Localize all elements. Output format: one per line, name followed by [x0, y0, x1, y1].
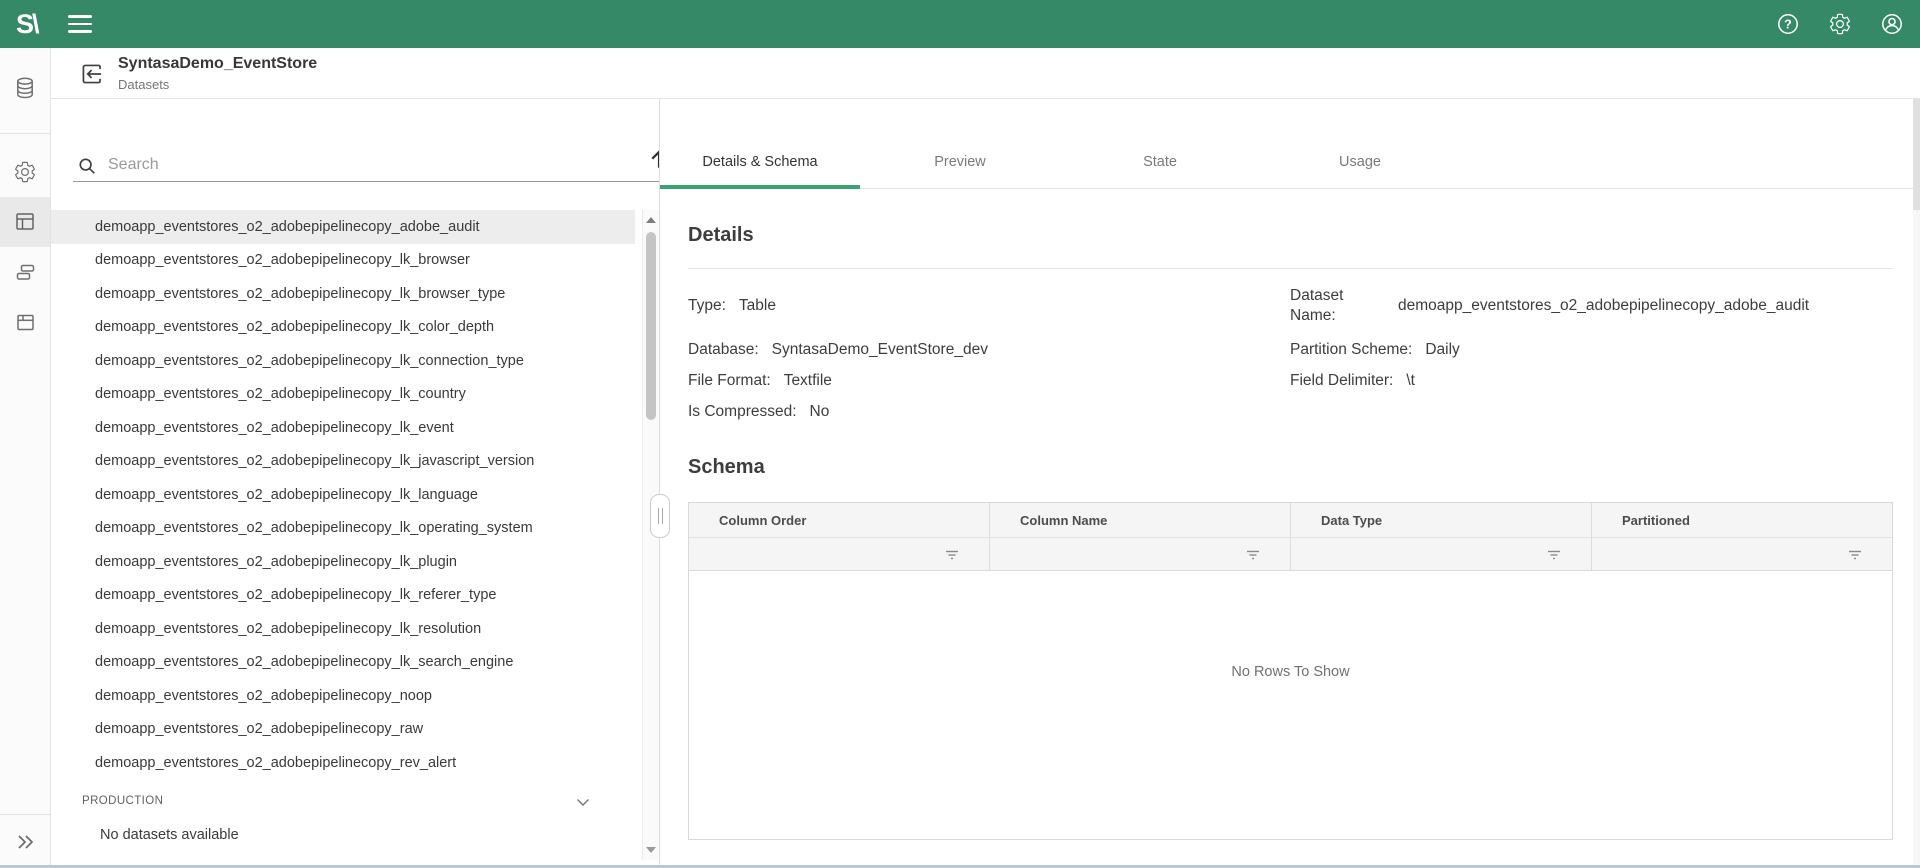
detail-field-type: Type: Table — [688, 284, 1290, 328]
details-heading: Details — [688, 224, 754, 247]
production-section-label: PRODUCTION — [82, 795, 163, 807]
nav-datasets[interactable] — [0, 197, 50, 247]
back-icon — [77, 59, 107, 89]
empty-rows-message: No Rows To Show — [1231, 664, 1349, 680]
dataset-list-item[interactable]: demoapp_eventstores_o2_adobepipelinecopy… — [50, 746, 635, 780]
account-button[interactable] — [1880, 12, 1904, 36]
nav-pipelines[interactable] — [0, 247, 50, 297]
schema-table: Column Order Column Name Data Type Parti… — [688, 502, 1893, 840]
dataset-list-panel: demoapp_eventstores_o2_adobepipelinecopy… — [50, 98, 659, 868]
dataset-list-item[interactable]: demoapp_eventstores_o2_adobepipelinecopy… — [50, 411, 635, 445]
dataset-list-item[interactable]: demoapp_eventstores_o2_adobepipelinecopy… — [50, 612, 635, 646]
breadcrumb-subtitle: Datasets — [118, 76, 317, 93]
topbar-actions: ? — [1776, 0, 1904, 48]
schema-table-header: Column Order Column Name Data Type Parti… — [689, 503, 1892, 537]
dataset-list: demoapp_eventstores_o2_adobepipelinecopy… — [50, 210, 635, 780]
help-icon: ? — [1776, 12, 1800, 36]
page-scrollbar-thumb[interactable] — [1913, 98, 1920, 210]
tab-state[interactable]: State — [1060, 98, 1260, 188]
dataset-list-item[interactable]: demoapp_eventstores_o2_adobepipelinecopy… — [50, 445, 635, 479]
nav-datastores[interactable] — [0, 64, 50, 112]
tab-usage[interactable]: Usage — [1260, 98, 1460, 188]
settings-button[interactable] — [1828, 12, 1852, 36]
scrollbar-up-button[interactable] — [646, 217, 656, 223]
chevron-down-icon — [572, 791, 594, 813]
production-empty-message: No datasets available — [100, 824, 239, 846]
filter-icon — [943, 545, 961, 563]
detail-field-partition-scheme: Partition Scheme: Daily — [1290, 334, 1893, 365]
details-grid: Type: Table Database: SyntasaDemo_EventS… — [688, 284, 1893, 427]
menu-icon — [68, 15, 92, 18]
dataset-list-item[interactable]: demoapp_eventstores_o2_adobepipelinecopy… — [50, 679, 635, 713]
help-button[interactable]: ? — [1776, 12, 1800, 36]
tab-preview[interactable]: Preview — [860, 98, 1060, 188]
gear-icon — [13, 160, 37, 184]
filter-button[interactable] — [1244, 545, 1262, 563]
search-icon — [76, 155, 98, 177]
layers-icon — [13, 260, 38, 285]
dataset-list-item[interactable]: demoapp_eventstores_o2_adobepipelinecopy… — [50, 579, 635, 613]
dataset-list-item[interactable]: demoapp_eventstores_o2_adobepipelinecopy… — [50, 344, 635, 378]
gear-icon — [1828, 12, 1852, 36]
search-input[interactable] — [106, 155, 694, 175]
filter-button[interactable] — [943, 545, 961, 563]
app-window: S\ ? — [0, 0, 1920, 868]
menu-button[interactable] — [68, 15, 92, 33]
column-header-column-name[interactable]: Column Name — [990, 503, 1291, 537]
detail-field-file-format: File Format: Textfile — [688, 365, 1290, 396]
database-icon — [12, 75, 38, 101]
filter-button[interactable] — [1846, 545, 1864, 563]
window-icon — [13, 310, 38, 335]
page-scrollbar[interactable] — [1913, 98, 1920, 865]
tab-details-schema[interactable]: Details & Schema — [660, 98, 860, 188]
dataset-list-item[interactable]: demoapp_eventstores_o2_adobepipelinecopy… — [50, 210, 635, 244]
detail-field-database: Database: SyntasaDemo_EventStore_dev — [688, 334, 1290, 365]
dataset-list-item[interactable]: demoapp_eventstores_o2_adobepipelinecopy… — [50, 244, 635, 278]
detail-field-dataset-name: Dataset Name: demoapp_eventstores_o2_ado… — [1290, 284, 1893, 328]
page-header: SyntasaDemo_EventStore Datasets — [50, 48, 1920, 99]
svg-text:?: ? — [1784, 17, 1792, 31]
schema-table-body: No Rows To Show — [689, 571, 1892, 839]
panel-resize-handle[interactable] — [650, 494, 670, 538]
dataset-list-item[interactable]: demoapp_eventstores_o2_adobepipelinecopy… — [50, 545, 635, 579]
dataset-list-item[interactable]: demoapp_eventstores_o2_adobepipelinecopy… — [50, 277, 635, 311]
search-bar — [73, 136, 694, 182]
expand-rail-button[interactable] — [0, 814, 50, 868]
filter-icon — [1846, 545, 1864, 563]
dataset-list-item[interactable]: demoapp_eventstores_o2_adobepipelinecopy… — [50, 512, 635, 546]
nav-views[interactable] — [0, 297, 50, 347]
tab-bar: Details & Schema Preview State Usage — [660, 98, 1920, 189]
dataset-list-item[interactable]: demoapp_eventstores_o2_adobepipelinecopy… — [50, 478, 635, 512]
dataset-list-item[interactable]: demoapp_eventstores_o2_adobepipelinecopy… — [50, 311, 635, 345]
table-icon — [12, 209, 38, 235]
detail-field-field-delimiter: Field Delimiter: \t — [1290, 365, 1893, 396]
production-section-header[interactable]: PRODUCTION — [82, 790, 642, 812]
double-chevron-right-icon — [11, 828, 39, 856]
filter-icon — [1244, 545, 1262, 563]
dataset-list-item[interactable]: demoapp_eventstores_o2_adobepipelinecopy… — [50, 378, 635, 412]
filter-icon — [1545, 545, 1563, 563]
scrollbar-down-button[interactable] — [646, 847, 656, 853]
app-bar: S\ ? — [0, 0, 1920, 48]
dataset-list-item[interactable]: demoapp_eventstores_o2_adobepipelinecopy… — [50, 646, 635, 680]
page-title: SyntasaDemo_EventStore — [118, 54, 317, 74]
schema-heading: Schema — [688, 456, 765, 479]
detail-panel: Details & Schema Preview State Usage Det… — [660, 98, 1920, 868]
nav-processes[interactable] — [0, 147, 50, 197]
user-icon — [1880, 12, 1904, 36]
schema-filter-row — [689, 537, 1892, 571]
filter-button[interactable] — [1545, 545, 1563, 563]
column-header-data-type[interactable]: Data Type — [1291, 503, 1592, 537]
column-header-column-order[interactable]: Column Order — [689, 503, 990, 537]
column-header-partitioned[interactable]: Partitioned — [1592, 503, 1892, 537]
detail-field-is-compressed: Is Compressed: No — [688, 396, 1290, 427]
app-logo: S\ — [16, 0, 38, 48]
scrollbar-thumb[interactable] — [646, 232, 656, 420]
dataset-list-item[interactable]: demoapp_eventstores_o2_adobepipelinecopy… — [50, 713, 635, 747]
details-divider — [688, 268, 1893, 269]
back-button[interactable] — [77, 59, 107, 89]
nav-rail — [0, 48, 51, 868]
